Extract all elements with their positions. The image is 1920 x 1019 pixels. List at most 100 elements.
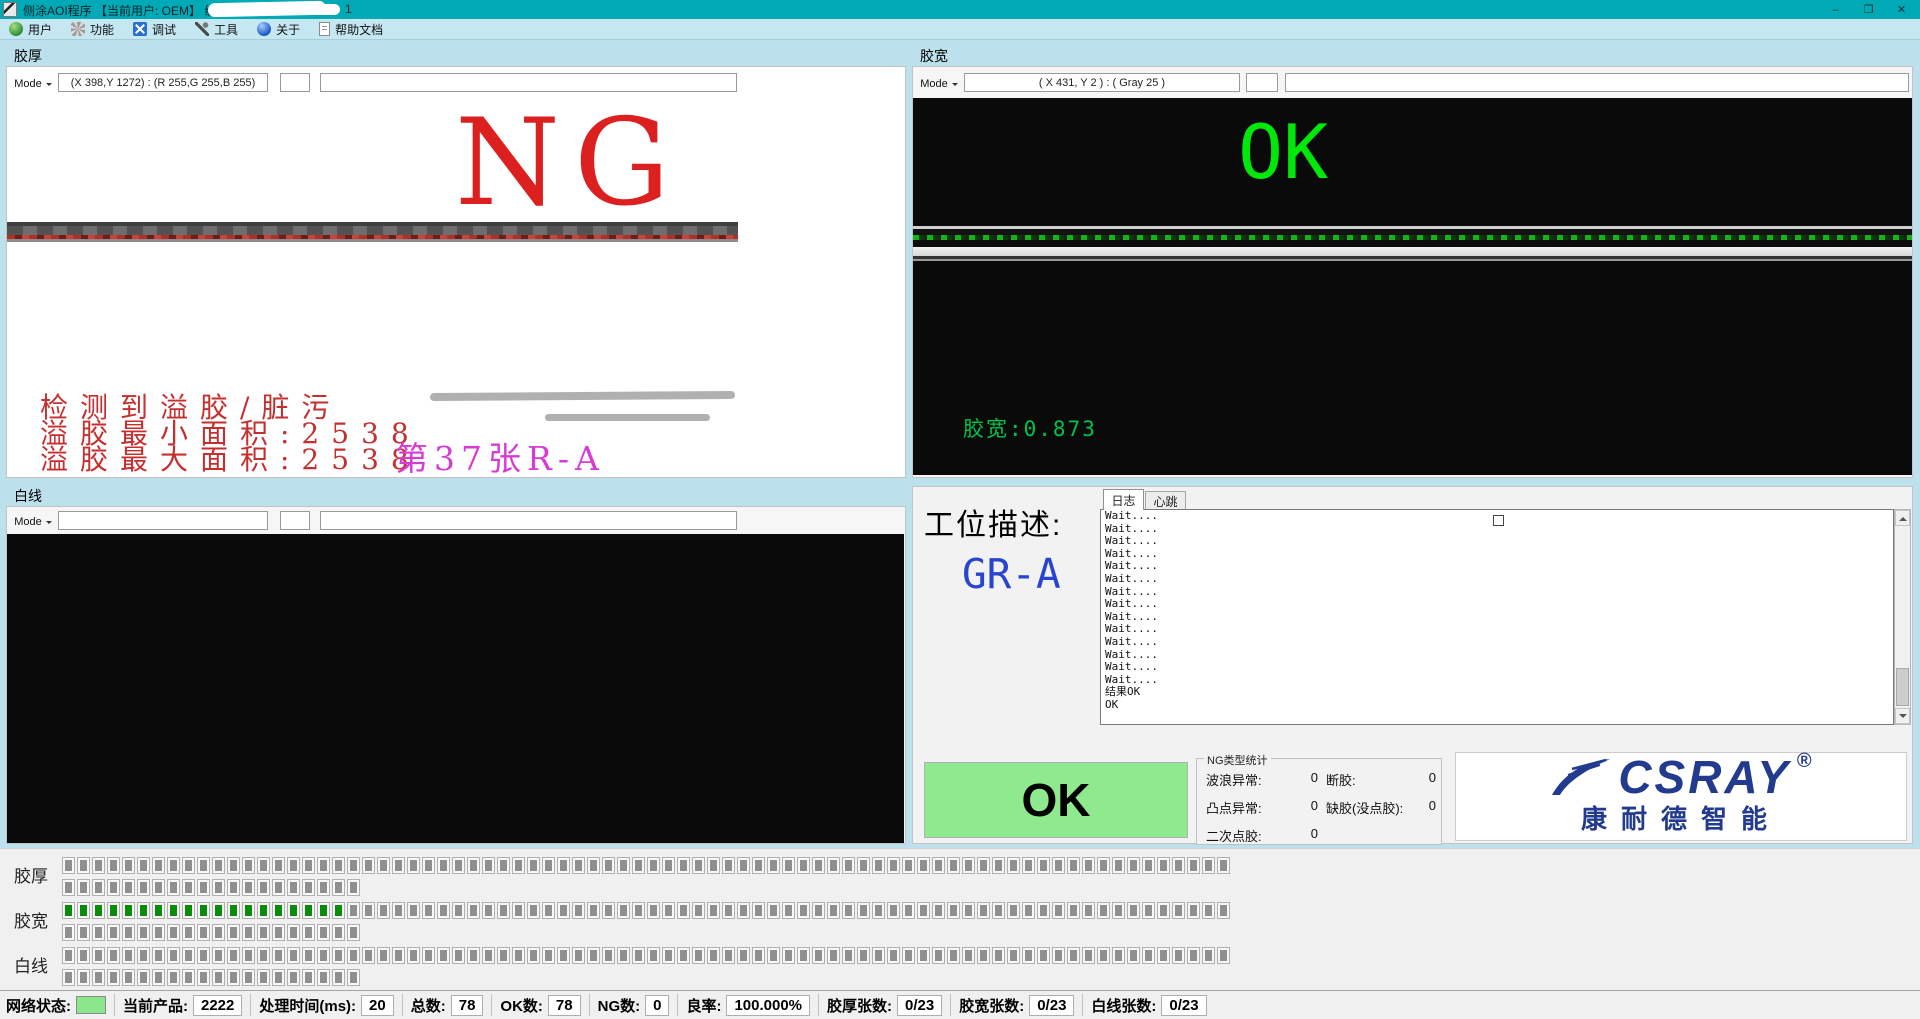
wide-field-glue-thickness[interactable] [320,73,737,92]
panel-title-glue-thickness: 胶厚 [14,46,42,66]
indicator-cell [152,924,165,941]
wide-field-glue-width[interactable] [1285,73,1909,92]
indicator-cell [227,924,240,941]
indicator-cell [452,902,465,919]
white-line-image [7,534,904,843]
menu-item-func[interactable]: 功能 [71,21,114,38]
tools-icon [195,22,209,36]
registered-mark: ® [1797,750,1812,773]
indicator-cell [197,969,210,986]
indicator-cell [1112,947,1125,964]
network-status-indicator [76,996,106,1014]
status-jiaohou-frames: 胶厚张数:0/23 [827,995,942,1016]
small-field-white-line[interactable] [280,511,310,530]
indicator-cell [647,857,660,874]
mode-dropdown-glue-width[interactable]: Mode [916,74,962,93]
indicator-cell [707,857,720,874]
log-scrollbar[interactable] [1894,509,1911,725]
indicator-cell [1217,857,1230,874]
menu-item-tools[interactable]: 工具 [195,21,238,38]
indicator-cell [812,857,825,874]
frame-tag-text: 第37张R-A [395,432,605,475]
status-value: 78 [451,995,484,1016]
indicator-cell [107,902,120,919]
indicator-cell [317,857,330,874]
indicator-cell [692,857,705,874]
indicator-cell [362,857,375,874]
status-product: 当前产品:2222 [123,995,242,1016]
indicator-cell [437,947,450,964]
maximize-button[interactable]: ❐ [1852,0,1885,19]
pixel-info-field-glue-thickness[interactable]: (X 398,Y 1272) : (R 255,G 255,B 255) [58,73,268,92]
scroll-down-icon[interactable] [1895,708,1910,724]
indicator-cell [212,969,225,986]
indicator-cell [512,857,525,874]
ng-col-right: 断胶:0缺胶(没点胶):0 [1326,770,1436,817]
indicator-cell [392,857,405,874]
detect-message-line3: 溢胶最大面积:2538 [40,438,421,475]
scroll-up-icon[interactable] [1895,510,1910,526]
log-entry: OK [1101,699,1893,712]
indicator-cell [1127,947,1140,964]
indicator-cell [287,879,300,896]
tab-heartbeat[interactable]: 心跳 [1145,491,1186,510]
indicator-cell [797,857,810,874]
status-value: 2222 [193,995,242,1016]
redaction-mark [300,4,340,15]
indicator-cell [227,969,240,986]
log-entry: Wait.... [1101,535,1893,548]
log-entry: Wait.... [1101,548,1893,561]
small-field-glue-thickness[interactable] [280,73,310,92]
indicator-group-label: 胶宽 [14,902,48,941]
scrollbar-thumb[interactable] [1896,668,1909,706]
ng-stat-row: 二次点胶:0 [1206,826,1318,845]
result-status-button[interactable]: OK [924,762,1188,838]
indicator-cell [752,947,765,964]
log-entry: 结果OK [1101,686,1893,699]
tab-log[interactable]: 日志 [1103,489,1144,510]
indicator-cell [812,947,825,964]
indicator-cell [872,947,885,964]
indicator-cell [137,969,150,986]
menu-item-about[interactable]: 关于 [257,21,300,38]
indicator-cell [1187,947,1200,964]
indicator-cell [1172,947,1185,964]
indicator-cell [932,857,945,874]
log-list[interactable]: Wait....Wait....Wait....Wait....Wait....… [1100,509,1894,725]
mode-dropdown-white-line[interactable]: Mode [10,512,56,531]
ng-stat-label: 缺胶(没点胶): [1326,798,1403,817]
status-value: 20 [361,995,394,1016]
mode-dropdown-glue-thickness[interactable]: Mode [10,74,56,93]
indicator-cell [527,857,540,874]
window-controls: –❐✕ [1819,0,1918,19]
indicator-cell [1022,902,1035,919]
menu-item-debug[interactable]: 调试 [133,21,176,38]
pixel-info-field-glue-width[interactable]: ( X 431, Y 2 ) : ( Gray 25 ) [964,73,1240,92]
status-value: 78 [548,995,581,1016]
indicator-cell [122,947,135,964]
indicator-cell [857,902,870,919]
separator [589,994,590,1016]
status-jiaokuan-frames: 胶宽张数:0/23 [959,995,1074,1016]
indicator-cell [557,902,570,919]
small-field-glue-width[interactable] [1246,73,1278,92]
indicator-cell [782,902,795,919]
indicator-cell [857,947,870,964]
wide-field-white-line[interactable] [320,511,737,530]
indicator-cell [1172,902,1185,919]
indicator-cell [422,857,435,874]
close-button[interactable]: ✕ [1885,0,1918,19]
indicator-cell [1142,857,1155,874]
menu-item-help[interactable]: 帮助文档 [319,21,383,38]
menu-item-user[interactable]: 用户 [9,21,52,38]
minimize-button[interactable]: – [1819,0,1852,19]
indicator-cell [452,947,465,964]
indicator-cell [212,902,225,919]
app-icon [3,2,17,17]
indicator-cell [317,879,330,896]
pixel-info-field-white-line[interactable] [58,511,268,530]
status-network: 网络状态: [6,995,106,1016]
checkbox[interactable] [1493,515,1504,526]
indicator-cell [737,857,750,874]
indicator-cell [467,902,480,919]
